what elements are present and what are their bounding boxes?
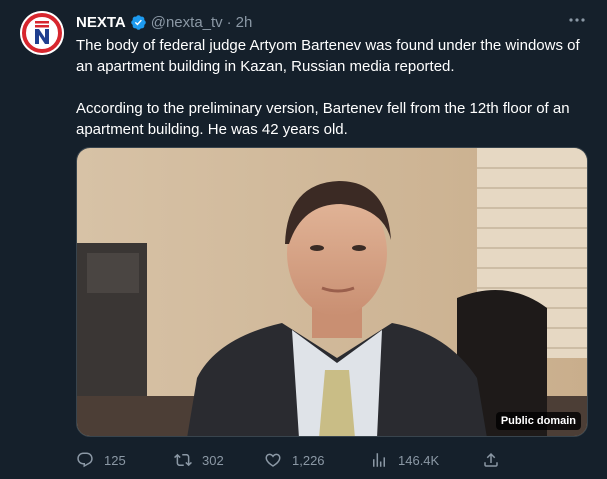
share-icon (484, 452, 498, 467)
views-count: 146.4K (398, 452, 440, 468)
media-badge: Public domain (495, 412, 581, 430)
nexta-logo (20, 11, 64, 55)
tweet-paragraph-2: According to the preliminary version, Ba… (76, 100, 570, 138)
author-avatar[interactable] (20, 11, 64, 55)
retweet-button[interactable]: 302 (174, 449, 224, 471)
tweet-card[interactable]: NEXTA @nexta_tv · 2h The body of federal… (0, 0, 607, 479)
tweet-paragraph-1: The body of federal judge Artyom Bartene… (76, 37, 580, 75)
reply-button[interactable]: 125 (76, 449, 126, 471)
retweet-icon (174, 453, 192, 467)
more-options-button[interactable] (565, 10, 589, 30)
tweet-media-photo[interactable]: Public domain (76, 147, 588, 437)
like-icon (265, 453, 281, 467)
author-name[interactable]: NEXTA (76, 14, 126, 31)
tweet-text: The body of federal judge Artyom Bartene… (76, 35, 596, 140)
retweet-count: 302 (202, 452, 224, 468)
tweet-header: NEXTA @nexta_tv · 2h (76, 12, 252, 32)
like-button[interactable]: 1,226 (264, 449, 325, 471)
like-count: 1,226 (292, 452, 325, 468)
header-separator: · (226, 13, 232, 31)
portrait-photo (77, 148, 587, 436)
reply-count: 125 (104, 452, 126, 468)
tweet-timestamp[interactable]: 2h (236, 14, 253, 31)
more-icon (569, 18, 585, 22)
verified-badge-icon (130, 14, 146, 30)
reply-icon (77, 452, 93, 468)
author-handle[interactable]: @nexta_tv (151, 14, 223, 31)
tweet-actions: 125 302 1,226 146.4K (76, 449, 596, 471)
share-button[interactable] (482, 449, 500, 471)
views-button[interactable]: 146.4K (370, 449, 439, 471)
views-icon (373, 453, 385, 467)
